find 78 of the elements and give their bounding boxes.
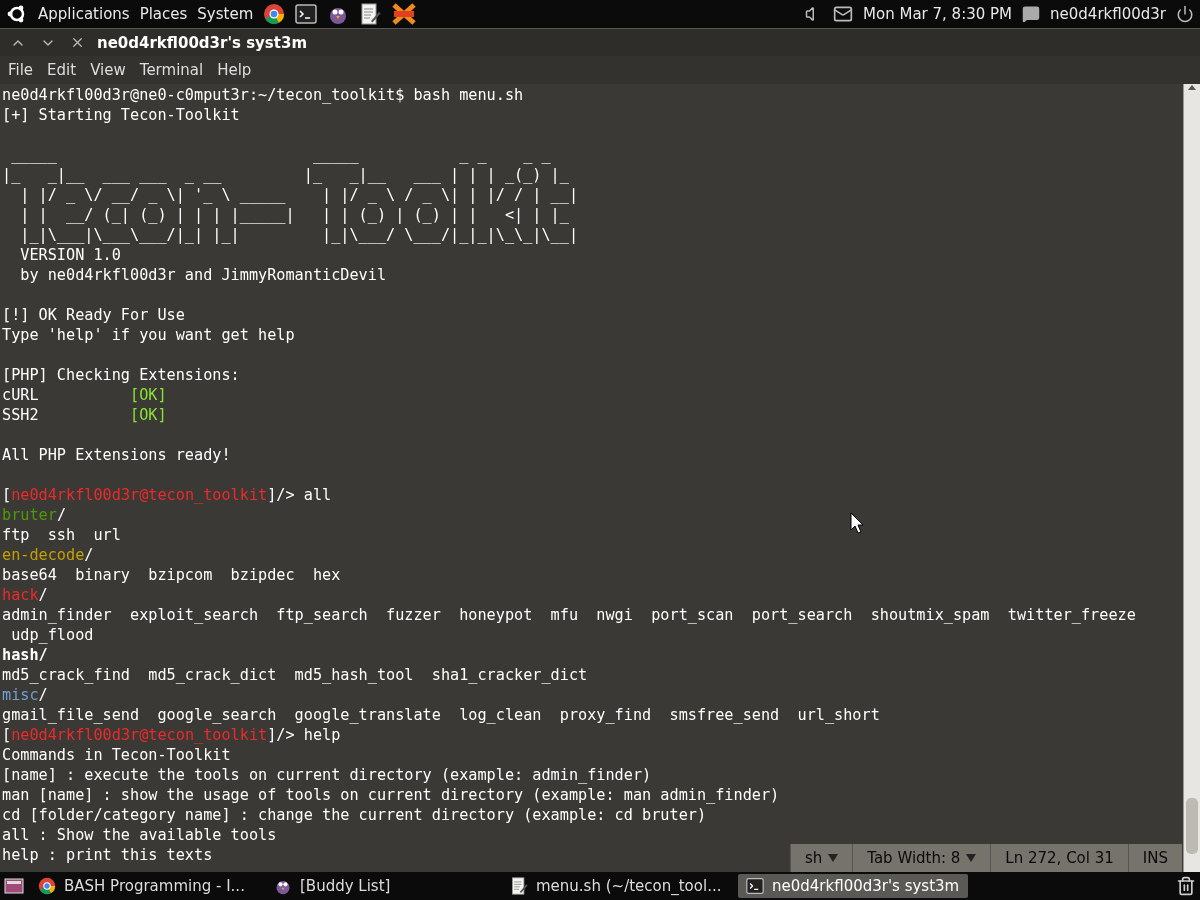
- caret-icon: [966, 854, 977, 862]
- terminal-text: [: [2, 486, 12, 504]
- scrollbar[interactable]: [1183, 84, 1200, 872]
- taskbar-item[interactable]: [Buddy List]: [266, 874, 496, 898]
- cross-chat-icon[interactable]: [391, 3, 418, 25]
- panel-menu[interactable]: Applications: [38, 5, 130, 23]
- terminal-text: SSH2: [2, 406, 40, 424]
- terminal-text: VERSION 1.0: [19, 246, 121, 264]
- terminal-text: Commands in Tecon-Toolkit: [2, 746, 231, 764]
- mail-icon[interactable]: [833, 4, 854, 24]
- notepad-icon[interactable]: [510, 877, 528, 895]
- terminal-text: ]/> help: [267, 726, 341, 744]
- terminal-text: /: [38, 586, 48, 604]
- terminal-text: | |/ _ \/ __/ _ \| '_ \ _____ | |/ _ \ / _ \| | |/ / | __|: [19, 186, 579, 204]
- terminal-text: |_|\___|\___\___/|_| |_| |_|\___/ \___/|_|_|\_\_|\__|: [19, 226, 579, 244]
- arrow-up-icon[interactable]: [1188, 84, 1196, 92]
- terminal-text: misc: [2, 686, 39, 704]
- terminal-text: ]/> all: [267, 486, 332, 504]
- close-icon: [70, 35, 85, 50]
- terminal-text: /: [84, 546, 94, 564]
- terminal-text: [+] Starting Tecon-Toolkit: [2, 106, 240, 124]
- terminal-text: [OK]: [130, 406, 167, 424]
- terminal-text: hash/: [2, 646, 48, 664]
- terminal-text: admin_finder exploit_search ftp_search fuzzer honeypot mfu nwgi port_scan port_search shoutmix_spam twitter_freeze: [2, 606, 1136, 624]
- taskbar-item[interactable]: menu.sh (~/tecon_tool...: [502, 874, 732, 898]
- terminal-text: by ne0d4rkfl00d3r and JimmyRomanticDevil: [19, 266, 387, 284]
- menu-item[interactable]: View: [90, 61, 126, 79]
- terminal-text: ne0d4rkfl00d3r@tecon_toolkit: [11, 486, 268, 504]
- terminal-text: [!] OK Ready For Use: [2, 306, 185, 324]
- menu-item[interactable]: Terminal: [139, 61, 204, 79]
- terminal-text: bruter: [2, 506, 57, 524]
- user-name[interactable]: ne0d4rkfl00d3r: [1050, 5, 1166, 23]
- terminal-text: [PHP] Checking Extensions:: [2, 366, 240, 384]
- terminal-text: ftp ssh url: [2, 526, 121, 544]
- terminal-text: [name] : execute the tools on current directory (example: admin_finder): [2, 766, 652, 784]
- terminal-text: help : print this texts: [2, 846, 213, 864]
- taskbar-item[interactable]: BASH Programming - I...: [30, 874, 260, 898]
- menu-item[interactable]: Help: [217, 61, 252, 79]
- terminal-icon[interactable]: [295, 3, 318, 25]
- terminal-text: gmail_file_send google_search google_translate log_clean proxy_find smsfree_send url_short: [2, 706, 880, 724]
- terminal-text: /: [38, 686, 48, 704]
- browser-icon[interactable]: [38, 877, 56, 895]
- browser-icon[interactable]: [263, 3, 286, 25]
- window-title: ne0d4rkfl00d3r's syst3m: [97, 33, 307, 52]
- scrollbar-thumb[interactable]: [1186, 798, 1198, 854]
- terminal-text: All PHP Extensions ready!: [2, 446, 231, 464]
- terminal-text: | | __/ (_| (_) | | | |_____| | | (_) | (_) | | <| | |_: [19, 206, 569, 224]
- power-icon[interactable]: [1176, 5, 1194, 23]
- terminal-text: udp_flood: [10, 626, 94, 644]
- panel-menu[interactable]: Places: [139, 5, 188, 23]
- mouse-pointer-icon: [850, 512, 864, 534]
- panel-menu[interactable]: System: [197, 5, 254, 23]
- desktop-icon[interactable]: [4, 876, 24, 896]
- terminal-text: |_ _|__ ___ ___ _ __ |_ _|__ ___ | | | _(_) |_: [2, 166, 569, 184]
- terminal-text: base64 binary bzipcom bzipdec hex: [2, 566, 341, 584]
- terminal-text: cURL: [2, 386, 40, 404]
- menu-item[interactable]: Edit: [47, 61, 77, 79]
- trash-icon[interactable]: [1176, 876, 1196, 896]
- chat-bubble-icon[interactable]: [1022, 5, 1041, 23]
- notepad-icon[interactable]: [359, 3, 382, 25]
- terminal-text: md5_crack_find md5_crack_dict md5_hash_tool sha1_cracker_dict: [2, 666, 588, 684]
- terminal-text: [: [2, 726, 12, 744]
- menu-item[interactable]: File: [8, 61, 34, 79]
- caret-icon: [828, 854, 839, 862]
- terminal-text: cd [folder/category name] : change the current directory (example: cd bruter): [2, 806, 707, 824]
- clock[interactable]: Mon Mar 7, 8:30 PM: [863, 5, 1013, 23]
- terminal-text: ne0d4rkfl00d3r@tecon_toolkit: [11, 726, 268, 744]
- terminal-text: _____ _____ _ _ _ _: [10, 146, 551, 164]
- terminal-text: [OK]: [130, 386, 167, 404]
- terminal-text: all : Show the available tools: [2, 826, 277, 844]
- terminal-text: /: [56, 506, 67, 524]
- terminal-text: en-decode: [2, 546, 85, 564]
- terminal-text: hack: [2, 586, 39, 604]
- terminal-text: Type 'help' if you want get help: [2, 326, 295, 344]
- taskbar-item[interactable]: ne0d4rkfl00d3r's syst3m: [738, 874, 968, 898]
- terminal-text: ne0d4rkfl00d3r@ne0-c0mput3r:~/tecon_toolkit$ bash menu.sh: [2, 86, 524, 104]
- terminal-text: man [name] : show the usage of tools on current directory (example: man admin_finder): [2, 786, 780, 804]
- terminal-icon[interactable]: [746, 877, 764, 895]
